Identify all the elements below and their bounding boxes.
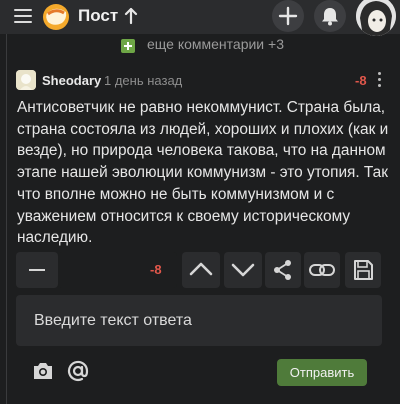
more-options-icon[interactable] bbox=[378, 71, 382, 87]
more-comments-link[interactable]: еще комментарии +3 bbox=[147, 36, 284, 52]
send-button[interactable]: Отправить bbox=[277, 359, 367, 386]
thumb-up-icon bbox=[189, 262, 213, 276]
thread-line bbox=[6, 34, 7, 404]
add-post-button[interactable] bbox=[272, 0, 304, 32]
top-bar: Пост bbox=[0, 0, 400, 36]
mention-icon[interactable] bbox=[66, 359, 90, 383]
expand-icon[interactable] bbox=[121, 39, 135, 53]
share-icon bbox=[274, 260, 291, 280]
comment-time[interactable]: 1 день назад bbox=[104, 73, 182, 88]
save-icon bbox=[354, 260, 373, 280]
action-rating: -8 bbox=[150, 262, 162, 277]
logo-icon[interactable] bbox=[42, 3, 70, 31]
copy-link-button[interactable] bbox=[304, 252, 340, 288]
arrow-up-icon[interactable] bbox=[124, 7, 138, 25]
thumb-down-icon bbox=[231, 263, 255, 277]
save-button[interactable] bbox=[345, 252, 381, 288]
comment-body: Антисоветчик не равно некоммунист. Стран… bbox=[17, 99, 389, 247]
upvote-button[interactable] bbox=[182, 252, 220, 288]
share-button[interactable] bbox=[265, 252, 301, 288]
reply-input[interactable] bbox=[16, 295, 382, 346]
downvote-button[interactable] bbox=[224, 252, 262, 288]
comment-username[interactable]: Sheodary bbox=[42, 73, 101, 88]
comment-avatar[interactable] bbox=[16, 70, 36, 90]
menu-icon[interactable] bbox=[14, 9, 32, 23]
camera-icon[interactable] bbox=[32, 361, 54, 381]
notifications-button[interactable] bbox=[314, 0, 346, 32]
page-title: Пост bbox=[78, 6, 119, 25]
link-icon bbox=[309, 264, 335, 276]
avatar[interactable] bbox=[356, 0, 396, 36]
bell-icon bbox=[322, 8, 338, 26]
plus-icon bbox=[278, 6, 298, 26]
comment-rating: -8 bbox=[355, 73, 367, 88]
collapse-button[interactable] bbox=[16, 252, 58, 288]
